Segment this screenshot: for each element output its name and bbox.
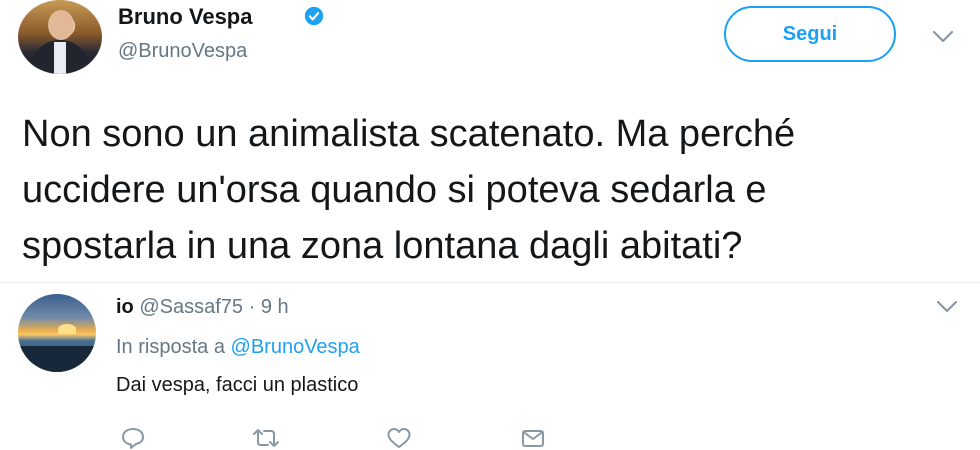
- reply-icon[interactable]: [120, 426, 146, 450]
- avatar-land: [18, 346, 96, 372]
- reply-author-name[interactable]: io: [116, 296, 134, 318]
- tweet-line: Non sono un animalista scatenato. Ma per…: [22, 113, 796, 155]
- author-name[interactable]: Bruno Vespa: [118, 4, 252, 30]
- reply-chevron-down-icon[interactable]: [936, 300, 958, 314]
- message-icon[interactable]: [520, 426, 546, 450]
- tweet-line: spostarla in una zona lontana dagli abit…: [22, 225, 743, 267]
- tweet-line: uccidere un'orsa quando si poteva sedarl…: [22, 169, 767, 211]
- reply-timestamp[interactable]: 9 h: [261, 296, 289, 318]
- author-avatar[interactable]: [18, 0, 102, 74]
- author-handle[interactable]: @BrunoVespa: [118, 40, 247, 63]
- verified-badge-icon: [304, 6, 324, 26]
- in-reply-to-label: In risposta a: [116, 336, 225, 358]
- reply-separator: ·: [248, 296, 256, 318]
- avatar-shirt: [54, 42, 66, 74]
- follow-button[interactable]: Segui: [724, 6, 896, 62]
- divider: [0, 282, 980, 283]
- like-icon[interactable]: [386, 426, 412, 450]
- chevron-down-icon[interactable]: [932, 30, 954, 44]
- tweet-text: Non sono un animalista scatenato. Ma per…: [22, 106, 962, 274]
- reply-header: io @Sassaf75 · 9 h: [116, 296, 289, 319]
- reply-text: Dai vespa, facci un plastico: [116, 374, 359, 396]
- retweet-icon[interactable]: [250, 426, 282, 450]
- avatar-face: [48, 10, 74, 40]
- in-reply-to: In risposta a @BrunoVespa: [116, 336, 360, 359]
- in-reply-to-mention[interactable]: @BrunoVespa: [231, 336, 360, 358]
- reply-avatar[interactable]: [18, 294, 96, 372]
- avatar-sun: [58, 324, 76, 334]
- reply-author-handle[interactable]: @Sassaf75: [139, 296, 243, 318]
